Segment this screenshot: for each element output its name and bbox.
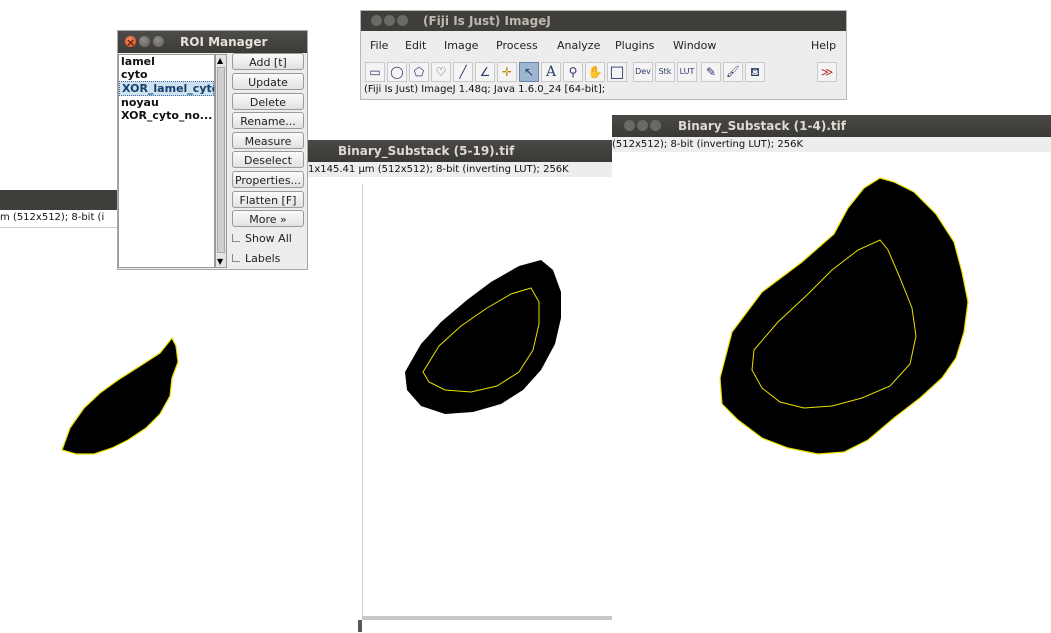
substack-1-4-titlebar[interactable]: Binary_Substack (1-4).tif <box>612 115 1051 137</box>
imagej-main-window: (Fiji Is Just) ImageJ File Edit Image Pr… <box>360 10 847 100</box>
scroll-up-icon[interactable]: ▲ <box>217 56 223 65</box>
menu-window[interactable]: Window <box>673 39 716 52</box>
substack-1-4-canvas <box>612 152 1051 622</box>
scroll-tool-icon[interactable]: ✋ <box>585 62 605 82</box>
labels-checkbox[interactable]: Labels <box>232 250 280 267</box>
window-title: ROI Manager <box>180 35 268 49</box>
substack-1-4-window: Binary_Substack (1-4).tif (512x512); 8-b… <box>612 115 1051 625</box>
dev-menu-icon[interactable]: Dev <box>633 62 653 82</box>
menu-file[interactable]: File <box>370 39 388 52</box>
pencil-tool-icon[interactable]: ✎ <box>701 62 721 82</box>
magnifier-tool-icon[interactable]: ⚲ <box>563 62 583 82</box>
menu-analyze[interactable]: Analyze <box>557 39 600 52</box>
roi-list-scrollbar[interactable]: ▲ ▼ <box>215 54 227 268</box>
substack-1-4-info: (512x512); 8-bit (inverting LUT); 256K <box>612 137 1051 152</box>
roi-list-item[interactable]: lamel <box>119 55 214 68</box>
angle-tool-icon[interactable]: ∠ <box>475 62 495 82</box>
rename-button[interactable]: Rename... <box>232 112 304 129</box>
cell-blob <box>61 336 179 455</box>
menu-plugins[interactable]: Plugins <box>615 39 654 52</box>
close-icon[interactable] <box>371 15 382 26</box>
cell-blob <box>405 260 561 414</box>
stk-menu-icon[interactable]: Stk <box>655 62 675 82</box>
minimize-icon[interactable] <box>637 120 648 131</box>
add-button[interactable]: Add [t] <box>232 53 304 70</box>
roi-list-item[interactable]: cyto <box>119 68 214 81</box>
delete-button[interactable]: Delete <box>232 93 304 110</box>
roi-list-item[interactable]: XOR_cyto_no... <box>119 109 214 122</box>
rectangle-tool-icon[interactable]: ▭ <box>365 62 385 82</box>
freehand-tool-icon[interactable]: ♡ <box>431 62 451 82</box>
maximize-icon[interactable] <box>397 15 408 26</box>
minimize-icon[interactable] <box>139 36 150 47</box>
show-all-checkbox[interactable]: Show All <box>232 230 292 247</box>
close-icon[interactable] <box>624 120 635 131</box>
oval-tool-icon[interactable]: ◯ <box>387 62 407 82</box>
checkbox-icon[interactable] <box>232 234 240 242</box>
cell-blob <box>719 177 969 455</box>
color-picker-icon[interactable]: □ <box>607 62 627 82</box>
text-tool-icon[interactable]: A <box>541 62 561 82</box>
wand-tool-icon[interactable]: ↖ <box>519 62 539 82</box>
properties-button[interactable]: Properties... <box>232 171 304 188</box>
more-button[interactable]: More » <box>232 210 304 227</box>
imagej-status-bar: (Fiji Is Just) ImageJ 1.48q; Java 1.6.0_… <box>364 84 606 95</box>
checkbox-icon[interactable] <box>232 254 240 262</box>
menu-process[interactable]: Process <box>496 39 538 52</box>
menu-help[interactable]: Help <box>811 39 836 52</box>
window-title: Binary_Substack (5-19).tif <box>338 144 515 158</box>
flatten-button[interactable]: Flatten [F] <box>232 191 304 208</box>
lut-menu-icon[interactable]: LUT <box>677 62 697 82</box>
menu-edit[interactable]: Edit <box>405 39 426 52</box>
roi-manager-titlebar[interactable]: ROI Manager <box>118 31 307 54</box>
window-title: (Fiji Is Just) ImageJ <box>423 14 551 28</box>
polygon-tool-icon[interactable]: ⬠ <box>409 62 429 82</box>
scroll-thumb[interactable] <box>217 67 225 253</box>
line-tool-icon[interactable]: ╱ <box>453 62 473 82</box>
maximize-icon[interactable] <box>153 36 164 47</box>
roi-list-item-selected[interactable]: XOR_lamel_cyto <box>119 81 214 96</box>
close-icon[interactable] <box>125 32 136 54</box>
imagej-titlebar[interactable]: (Fiji Is Just) ImageJ <box>361 11 846 31</box>
flood-fill-icon[interactable]: ⛾ <box>745 62 765 82</box>
cell-image <box>719 177 969 455</box>
menu-image[interactable]: Image <box>444 39 478 52</box>
scroll-down-icon[interactable]: ▼ <box>217 257 223 266</box>
show-all-label: Show All <box>245 232 292 245</box>
maximize-icon[interactable] <box>650 120 661 131</box>
roi-list-item[interactable]: noyau <box>119 96 214 109</box>
point-tool-icon[interactable]: ✛ <box>497 62 517 82</box>
roi-list[interactable]: lamel cyto XOR_lamel_cyto noyau XOR_cyto… <box>118 54 215 268</box>
update-button[interactable]: Update <box>232 73 304 90</box>
minimize-icon[interactable] <box>384 15 395 26</box>
brush-tool-icon[interactable]: 🖌 <box>723 62 743 82</box>
measure-button[interactable]: Measure <box>232 132 304 149</box>
more-tools-icon[interactable]: ≫ <box>817 62 837 82</box>
window-title: Binary_Substack (1-4).tif <box>678 119 846 133</box>
deselect-button[interactable]: Deselect <box>232 151 304 168</box>
labels-label: Labels <box>245 252 281 265</box>
